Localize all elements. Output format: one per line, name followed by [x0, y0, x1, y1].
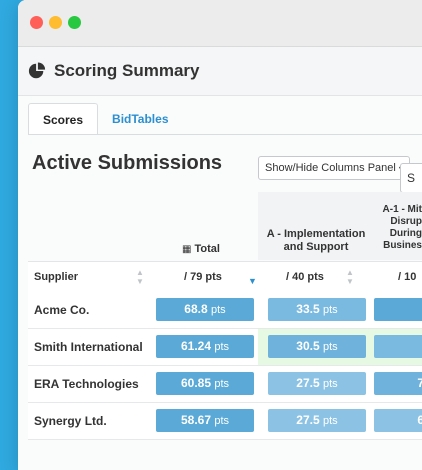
total-score-value: 68.8	[184, 302, 208, 316]
tab-bar: Scores BidTables	[28, 103, 183, 135]
column-header-b-label: A-1 - Mit Disrup During Busines	[356, 204, 422, 252]
tab-bidtables[interactable]: BidTables	[98, 103, 182, 135]
unit-label: pts	[214, 378, 230, 390]
columns-button-label: Show/Hide Columns Panel	[265, 162, 396, 174]
unit-label: pts	[323, 341, 338, 353]
header-b-line: Busines	[383, 240, 422, 251]
unit-label: pts	[214, 415, 230, 427]
tab-scores[interactable]: Scores	[28, 103, 99, 135]
search-input[interactable]: S	[400, 163, 422, 193]
total-header-label: Total	[194, 243, 220, 255]
total-max-points: / 79 pts	[184, 271, 222, 283]
supplier-name: Smith International	[34, 340, 143, 354]
header-b-line: Disrup	[390, 216, 422, 227]
b-score-pill: 6.5	[374, 409, 422, 432]
sort-icon[interactable]: ▲ ▼	[346, 268, 354, 286]
a-score-pill: 33.5 pts	[268, 298, 366, 321]
a-max-points: / 40 pts	[286, 271, 324, 283]
column-header-total[interactable]: ▦ Total	[182, 243, 220, 255]
table-row[interactable]: Acme Co. 68.8 pts 33.5 pts 8	[28, 292, 422, 329]
b-score-pill: 8	[374, 298, 422, 321]
total-score-pill: 58.67 pts	[156, 409, 254, 432]
unit-label: pts	[323, 304, 338, 316]
a-score-value: 30.5	[296, 339, 320, 353]
supplier-name: Acme Co.	[34, 303, 90, 317]
supplier-name: ERA Technologies	[34, 377, 139, 391]
pie-chart-icon	[28, 62, 46, 79]
close-window-button[interactable]	[30, 16, 43, 29]
a-score-value: 33.5	[296, 302, 320, 316]
table-subheader: Supplier ▲ ▼ / 79 pts ▼ / 40 pts ▲ ▼ / 10	[28, 261, 422, 293]
total-score-pill: 60.85 pts	[156, 372, 254, 395]
total-score-value: 58.67	[180, 413, 211, 427]
total-score-pill: 68.8 pts	[156, 298, 254, 321]
supplier-header[interactable]: Supplier	[34, 271, 78, 283]
sort-icon[interactable]: ▲ ▼	[136, 268, 144, 286]
show-hide-columns-button[interactable]: Show/Hide Columns Panel▾	[258, 156, 410, 180]
search-input-text: S	[407, 171, 416, 185]
b-score-pill: 7	[374, 335, 422, 358]
tab-divider	[28, 134, 422, 135]
zoom-window-button[interactable]	[68, 16, 81, 29]
unit-label: pts	[323, 415, 338, 427]
unit-label: pts	[214, 341, 230, 353]
a-score-pill: 27.5 pts	[268, 372, 366, 395]
unit-label: pts	[323, 378, 338, 390]
a-score-value: 27.5	[296, 376, 320, 390]
b-score-pill: 7.5	[374, 372, 422, 395]
table-row[interactable]: Smith International 61.24 pts 30.5 pts 7	[28, 329, 422, 366]
minimize-window-button[interactable]	[49, 16, 62, 29]
total-score-pill: 61.24 pts	[156, 335, 254, 358]
calculator-icon: ▦	[182, 244, 192, 255]
table-row[interactable]: Synergy Ltd. 58.67 pts 27.5 pts 6.5	[28, 403, 422, 440]
a-score-value: 27.5	[296, 413, 320, 427]
unit-label: pts	[211, 304, 226, 316]
summary-header: Scoring Summary	[18, 47, 422, 96]
a-score-pill: 30.5 pts	[268, 335, 366, 358]
column-header-a-label: A - Implementation and Support	[266, 228, 366, 253]
title-bar	[18, 0, 422, 47]
table-row[interactable]: ERA Technologies 60.85 pts 27.5 pts 7.5	[28, 366, 422, 403]
section-title: Active Submissions	[32, 152, 223, 174]
header-b-line: During	[389, 228, 422, 239]
header-b-line: A-1 - Mit	[382, 204, 422, 215]
supplier-name: Synergy Ltd.	[34, 414, 107, 428]
b-max-points: / 10	[398, 271, 417, 283]
total-score-value: 61.24	[180, 339, 211, 353]
sort-descending-icon[interactable]: ▼	[248, 276, 257, 286]
total-score-value: 60.85	[180, 376, 211, 390]
a-score-pill: 27.5 pts	[268, 409, 366, 432]
page-title: Scoring Summary	[54, 61, 200, 80]
